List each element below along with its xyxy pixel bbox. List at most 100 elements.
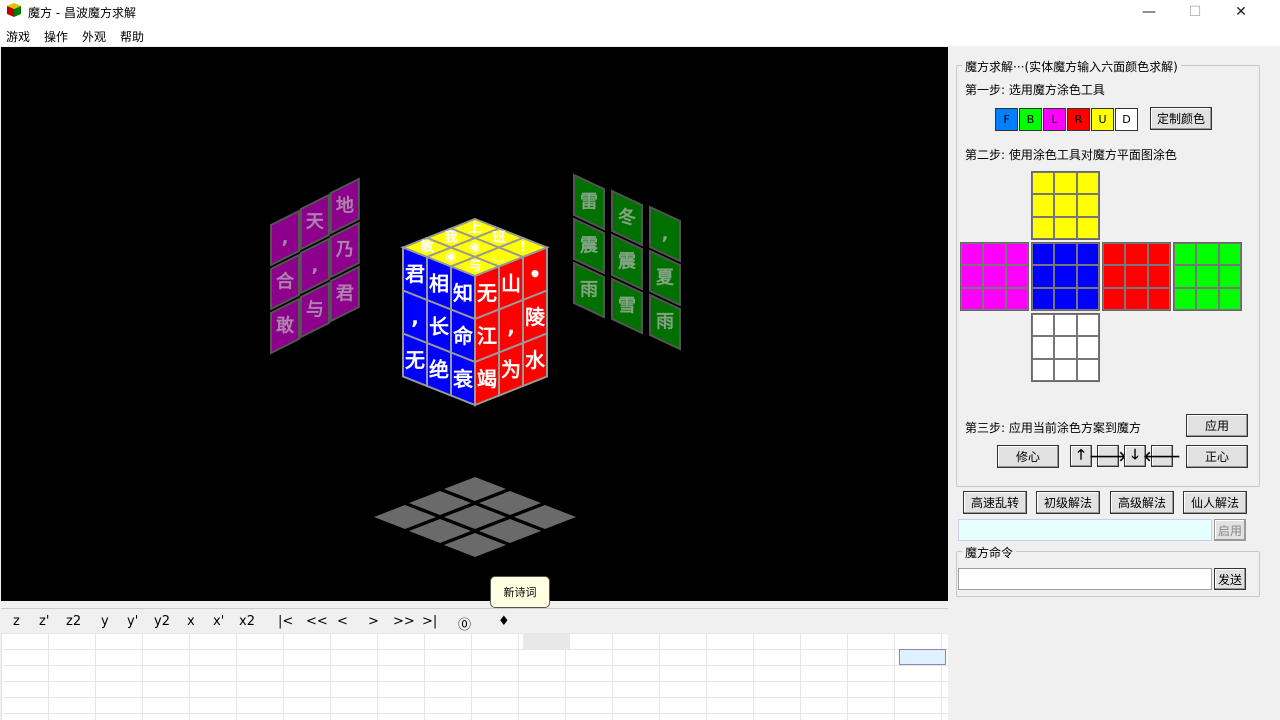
net-cell[interactable]: [1076, 358, 1099, 381]
net-face-down[interactable]: [1031, 313, 1100, 382]
cube-3d-render[interactable]: 上班!我◉◡敬◉与君相知, 长命无绝衰无山 •江, 陵竭为水,天地合,乃敢与君雷冬,震…: [1, 47, 948, 601]
net-cell[interactable]: [1032, 265, 1055, 288]
cube-viewport[interactable]: 上班! 我 ◉ ◡ 敬 ◉ 与君相知, 长命无绝衰无山 • 江, 陵竭为水, 天地合, 乃敢与君雷冬, 震…: [1, 47, 948, 601]
fast-scramble-button[interactable]: 高速乱转: [963, 491, 1027, 514]
net-cell[interactable]: [1076, 287, 1099, 310]
net-cell[interactable]: [1032, 216, 1055, 239]
net-cell[interactable]: [1103, 265, 1126, 288]
apply-button[interactable]: 应用: [1186, 414, 1248, 437]
arrow-right-button[interactable]: 🡒: [1089, 445, 1127, 467]
move-button[interactable]: y': [127, 614, 138, 629]
net-cell[interactable]: [1076, 216, 1099, 239]
net-cell[interactable]: [1005, 243, 1028, 266]
move-button[interactable]: x': [213, 614, 224, 629]
net-cell[interactable]: [983, 287, 1006, 310]
net-cell[interactable]: [1147, 287, 1170, 310]
net-cell[interactable]: [1103, 243, 1126, 266]
net-face-front[interactable]: [1031, 242, 1100, 311]
net-cell[interactable]: [1032, 336, 1055, 359]
net-cell[interactable]: [1196, 287, 1219, 310]
menu-operate[interactable]: 操作: [44, 28, 68, 45]
grid-selected-cell[interactable]: [899, 649, 946, 665]
net-cell[interactable]: [1076, 336, 1099, 359]
net-cell[interactable]: [1147, 265, 1170, 288]
net-cell[interactable]: [1076, 172, 1099, 195]
net-cell[interactable]: [1032, 243, 1055, 266]
net-face-right[interactable]: [1102, 242, 1171, 311]
swatch-d[interactable]: D: [1115, 108, 1138, 131]
net-cell[interactable]: [983, 265, 1006, 288]
net-cell[interactable]: [1125, 243, 1148, 266]
net-cell[interactable]: [1054, 265, 1077, 288]
net-cell[interactable]: [1054, 216, 1077, 239]
net-cell[interactable]: [1174, 265, 1197, 288]
net-cell[interactable]: [1174, 243, 1197, 266]
net-cell[interactable]: [1032, 194, 1055, 217]
net-cell[interactable]: [1032, 172, 1055, 195]
swatch-l[interactable]: L: [1043, 108, 1066, 131]
move-button[interactable]: z2: [66, 614, 81, 629]
net-cell[interactable]: [1032, 358, 1055, 381]
move-button[interactable]: >|: [422, 614, 437, 629]
net-cell[interactable]: [1218, 287, 1241, 310]
net-cell[interactable]: [1103, 287, 1126, 310]
enable-button[interactable]: 启用: [1214, 519, 1246, 541]
net-cell[interactable]: [1032, 287, 1055, 310]
net-cell[interactable]: [1076, 194, 1099, 217]
move-button[interactable]: y2: [154, 614, 170, 629]
net-cell[interactable]: [1218, 243, 1241, 266]
command-input[interactable]: [958, 568, 1212, 590]
net-cell[interactable]: [1196, 265, 1219, 288]
move-button[interactable]: >>: [393, 614, 415, 629]
swatch-r[interactable]: R: [1067, 108, 1090, 131]
net-cell[interactable]: [1054, 358, 1077, 381]
move-button[interactable]: x: [187, 614, 195, 629]
net-cell[interactable]: [1054, 336, 1077, 359]
move-button[interactable]: y: [101, 614, 109, 629]
move-button[interactable]: x2: [239, 614, 255, 629]
move-button[interactable]: ♦: [498, 614, 510, 629]
move-button[interactable]: >: [368, 614, 379, 629]
net-cell[interactable]: [1032, 314, 1055, 337]
move-button[interactable]: z: [13, 614, 20, 629]
menu-game[interactable]: 游戏: [6, 28, 30, 45]
net-cell[interactable]: [1125, 265, 1148, 288]
swatch-b[interactable]: B: [1019, 108, 1042, 131]
move-history-grid[interactable]: [1, 633, 948, 720]
net-cell[interactable]: [961, 287, 984, 310]
move-button[interactable]: ⓪: [458, 614, 471, 633]
xiuxin-button[interactable]: 修心: [997, 445, 1059, 468]
immortal-solve-button[interactable]: 仙人解法: [1183, 491, 1247, 514]
zhengxin-button[interactable]: 正心: [1186, 445, 1248, 468]
net-cell[interactable]: [1005, 287, 1028, 310]
net-cell[interactable]: [1054, 194, 1077, 217]
net-cell[interactable]: [1076, 265, 1099, 288]
minimize-button[interactable]: —: [1126, 0, 1172, 24]
net-cell[interactable]: [1218, 265, 1241, 288]
menu-appearance[interactable]: 外观: [82, 28, 106, 45]
move-button[interactable]: <<: [306, 614, 328, 629]
move-button[interactable]: <: [337, 614, 348, 629]
advanced-solve-button[interactable]: 高级解法: [1110, 491, 1174, 514]
move-button[interactable]: z': [39, 614, 49, 629]
net-cell[interactable]: [1054, 172, 1077, 195]
net-face-up[interactable]: [1031, 171, 1100, 240]
net-cell[interactable]: [1054, 314, 1077, 337]
move-button[interactable]: |<: [278, 614, 293, 629]
custom-color-button[interactable]: 定制颜色: [1150, 107, 1212, 130]
net-cell[interactable]: [1054, 243, 1077, 266]
beginner-solve-button[interactable]: 初级解法: [1036, 491, 1100, 514]
net-face-left[interactable]: [960, 242, 1029, 311]
net-face-back[interactable]: [1173, 242, 1242, 311]
net-cell[interactable]: [1125, 287, 1148, 310]
net-cell[interactable]: [1054, 287, 1077, 310]
net-cell[interactable]: [1076, 314, 1099, 337]
maximize-button[interactable]: ☐: [1172, 0, 1218, 24]
swatch-f[interactable]: F: [995, 108, 1018, 131]
arrow-left-button[interactable]: 🡐: [1143, 445, 1181, 467]
close-button[interactable]: ✕: [1218, 0, 1264, 24]
solution-output[interactable]: [958, 519, 1212, 541]
swatch-u[interactable]: U: [1091, 108, 1114, 131]
net-cell[interactable]: [1005, 265, 1028, 288]
menu-help[interactable]: 帮助: [120, 28, 144, 45]
